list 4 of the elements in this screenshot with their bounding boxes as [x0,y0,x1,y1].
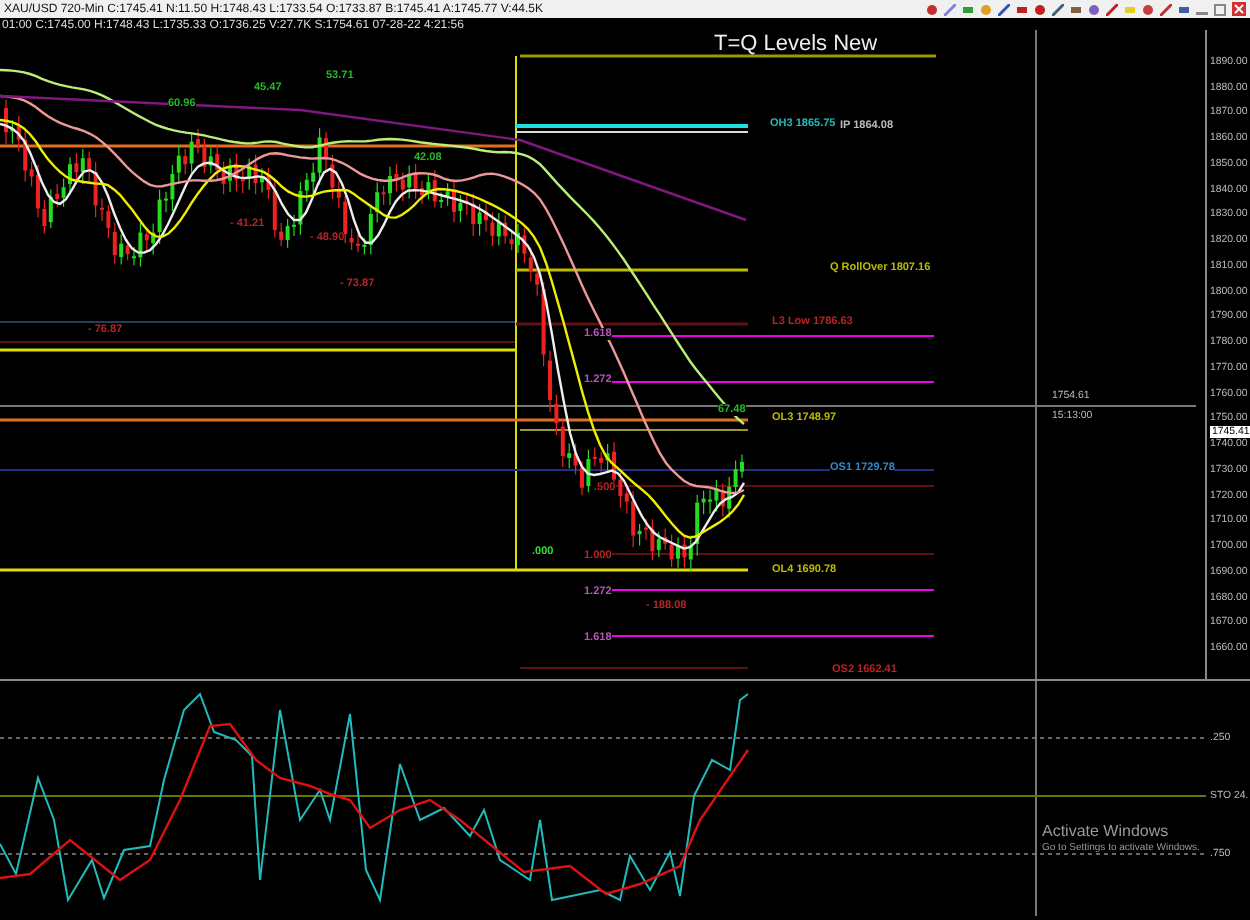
os-notice-title: Activate Windows [1042,822,1169,840]
maximize-icon[interactable] [1214,3,1226,15]
chart-title: T=Q Levels New [714,32,878,56]
close-icon[interactable] [1232,2,1246,16]
